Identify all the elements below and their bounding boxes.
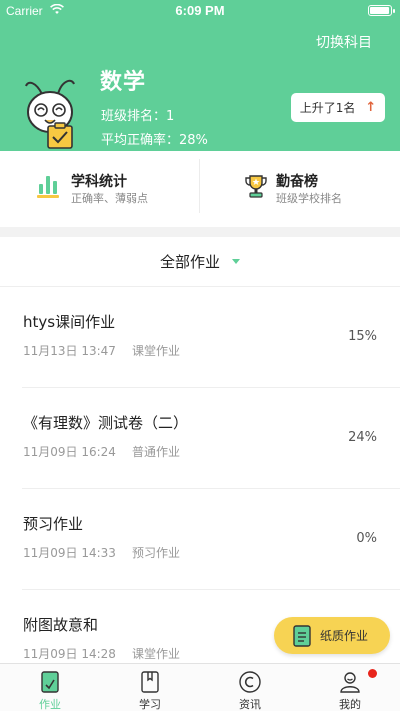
status-bar: Carrier 6:09 PM bbox=[0, 0, 400, 22]
tab-bar: 作业 学习 资讯 我的 bbox=[0, 663, 400, 711]
stats-row: 学科统计 正确率、薄弱点 勤奋榜 班级学校排名 bbox=[0, 151, 400, 227]
homework-percent: 15% bbox=[348, 329, 377, 344]
book-icon bbox=[141, 671, 159, 693]
homework-row[interactable]: 预习作业 11月09日 14:33 预习作业 0% bbox=[22, 489, 400, 590]
rank-change-badge[interactable]: 上升了1名 ↑ bbox=[291, 93, 385, 122]
switch-subject-button[interactable]: 切换科目 bbox=[316, 32, 372, 52]
header: Carrier 6:09 PM 切换科目 数学 班级排名：1 平均正确率：28%… bbox=[0, 0, 400, 151]
rank-change-label: 上升了1名 bbox=[299, 101, 356, 115]
paper-homework-label: 纸质作业 bbox=[320, 629, 369, 643]
tab-profile[interactable]: 我的 bbox=[300, 664, 400, 711]
homework-date: 11月13日 13:47 bbox=[23, 344, 116, 358]
diligence-board-subtitle: 班级学校排名 bbox=[276, 192, 342, 205]
average-accuracy: 平均正确率：28% bbox=[101, 133, 208, 148]
homework-type: 课堂作业 bbox=[132, 647, 181, 661]
paper-homework-button[interactable]: 纸质作业 bbox=[274, 617, 390, 654]
battery-icon bbox=[368, 5, 395, 16]
tab-label: 资讯 bbox=[239, 698, 261, 711]
tab-label: 作业 bbox=[39, 698, 61, 711]
section-gap bbox=[0, 227, 400, 237]
tab-label: 学习 bbox=[139, 698, 161, 711]
stats-divider bbox=[199, 159, 200, 213]
arrow-up-icon: ↑ bbox=[365, 100, 377, 115]
notification-dot bbox=[368, 669, 377, 678]
profile-icon bbox=[340, 672, 360, 693]
class-rank: 班级排名：1 bbox=[101, 109, 175, 124]
homework-title: 《有理数》测试卷（二） bbox=[23, 414, 189, 432]
homework-filter-dropdown[interactable]: 全部作业 bbox=[0, 237, 400, 287]
homework-type: 普通作业 bbox=[132, 445, 181, 459]
filter-label: 全部作业 bbox=[159, 253, 220, 271]
homework-date: 11月09日 14:28 bbox=[23, 647, 116, 661]
homework-percent: 0% bbox=[356, 531, 377, 546]
subject-stats-button[interactable]: 学科统计 正确率、薄弱点 bbox=[0, 151, 200, 227]
homework-percent: 24% bbox=[348, 430, 377, 445]
bar-chart-icon bbox=[37, 176, 59, 198]
homework-title: htys课间作业 bbox=[23, 313, 116, 331]
homework-row[interactable]: 《有理数》测试卷（二） 11月09日 16:24 普通作业 24% bbox=[22, 388, 400, 489]
paper-icon bbox=[293, 624, 311, 647]
homework-title: 附图故意和 bbox=[23, 616, 99, 634]
mascot-icon bbox=[25, 79, 75, 149]
homework-date: 11月09日 14:33 bbox=[23, 546, 116, 560]
homework-type: 课堂作业 bbox=[132, 344, 181, 358]
tab-label: 我的 bbox=[339, 698, 361, 711]
diligence-board-button[interactable]: 勤奋榜 班级学校排名 bbox=[200, 151, 400, 227]
homework-date: 11月09日 16:24 bbox=[23, 445, 116, 459]
homework-type: 预习作业 bbox=[132, 546, 181, 560]
homework-title: 预习作业 bbox=[23, 515, 84, 533]
subject-stats-title: 学科统计 bbox=[71, 174, 127, 190]
status-time: 6:09 PM bbox=[175, 3, 225, 18]
subject-title: 数学 bbox=[100, 70, 147, 95]
tab-study[interactable]: 学习 bbox=[100, 664, 200, 711]
homework-row[interactable]: htys课间作业 11月13日 13:47 课堂作业 15% bbox=[22, 287, 400, 388]
caret-down-icon bbox=[232, 259, 240, 264]
diligence-board-title: 勤奋榜 bbox=[276, 174, 318, 190]
trophy-icon bbox=[245, 175, 267, 198]
tab-homework[interactable]: 作业 bbox=[0, 664, 100, 711]
news-icon bbox=[239, 671, 261, 693]
tab-news[interactable]: 资讯 bbox=[200, 664, 300, 711]
homework-icon bbox=[41, 671, 59, 693]
subject-stats-subtitle: 正确率、薄弱点 bbox=[71, 192, 148, 205]
homework-list: htys课间作业 11月13日 13:47 课堂作业 15% 《有理数》测试卷（… bbox=[0, 287, 400, 663]
